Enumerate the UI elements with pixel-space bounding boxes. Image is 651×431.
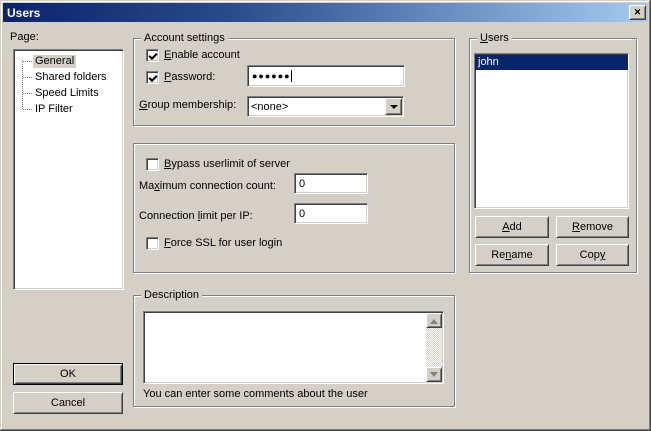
page-tree[interactable]: General Shared folders Speed Limits IP F… xyxy=(13,49,124,290)
connection-per-ip-label: Connection limit per IP: xyxy=(139,210,253,223)
password-value: ●●●●●● xyxy=(252,72,291,81)
force-ssl-checkbox[interactable] xyxy=(146,237,159,250)
add-button[interactable]: Add xyxy=(475,216,549,238)
max-connection-value: 0 xyxy=(299,178,305,190)
remove-button-label: Remove xyxy=(572,221,613,233)
cancel-button-label: Cancel xyxy=(51,397,85,409)
close-icon: ✕ xyxy=(634,8,642,17)
group-membership-combobox[interactable]: <none> xyxy=(247,96,404,117)
description-group: Description You can enter some comments … xyxy=(133,295,455,407)
password-input[interactable]: ●●●●●● xyxy=(247,65,405,87)
max-connection-input[interactable]: 0 xyxy=(294,173,368,194)
cancel-button[interactable]: Cancel xyxy=(13,392,123,414)
password-label: Password: xyxy=(164,71,215,84)
tree-item-speed-limits[interactable]: Speed Limits xyxy=(14,85,123,101)
combobox-dropdown-button[interactable] xyxy=(385,98,402,115)
account-settings-title: Account settings xyxy=(141,32,228,45)
chevron-down-icon xyxy=(390,105,398,113)
scroll-down-button[interactable] xyxy=(426,367,442,382)
tree-item-label: Shared folders xyxy=(33,71,109,84)
tree-item-label: Speed Limits xyxy=(33,87,101,100)
rename-button-label: Rename xyxy=(491,249,533,261)
tree-item-general[interactable]: General xyxy=(14,53,123,69)
ok-button[interactable]: OK xyxy=(13,363,123,385)
description-title: Description xyxy=(141,289,202,302)
bypass-userlimit-label: Bypass userlimit of server xyxy=(164,158,290,171)
titlebar[interactable]: Users ✕ xyxy=(3,3,648,22)
users-group-title: Users xyxy=(477,32,512,45)
users-dialog: Users ✕ Page: General Shared folders Spe… xyxy=(0,0,651,431)
users-group: Users john Add Remove Rename Copy xyxy=(469,38,637,273)
tree-item-label: General xyxy=(33,55,76,68)
text-caret xyxy=(291,70,292,82)
description-hint: You can enter some comments about the us… xyxy=(143,388,368,401)
tree-item-ip-filter[interactable]: IP Filter xyxy=(14,101,123,117)
connection-per-ip-value: 0 xyxy=(299,208,305,220)
group-membership-label: Group membership: xyxy=(139,99,236,112)
copy-button-label: Copy xyxy=(580,249,606,261)
group-membership-value: <none> xyxy=(251,101,288,113)
limits-group: Bypass userlimit of server Maximum conne… xyxy=(133,143,455,273)
rename-button[interactable]: Rename xyxy=(475,244,549,266)
scroll-up-button[interactable] xyxy=(426,313,442,328)
description-scrollbar[interactable] xyxy=(426,313,442,382)
page-label: Page: xyxy=(10,31,39,44)
tree-item-shared-folders[interactable]: Shared folders xyxy=(14,69,123,85)
max-connection-label: Maximum connection count: xyxy=(139,180,276,193)
arrow-down-icon xyxy=(430,372,438,381)
bypass-userlimit-checkbox[interactable] xyxy=(146,158,159,171)
add-button-label: Add xyxy=(502,221,522,233)
force-ssl-label: Force SSL for user login xyxy=(164,237,282,250)
window-title: Users xyxy=(7,6,40,20)
users-listbox[interactable]: john xyxy=(474,53,629,209)
ok-button-label: OK xyxy=(60,368,76,380)
user-name: john xyxy=(478,56,499,69)
close-button[interactable]: ✕ xyxy=(629,5,646,20)
enable-account-label: Enable account xyxy=(164,49,240,62)
description-textarea[interactable] xyxy=(143,311,444,384)
remove-button[interactable]: Remove xyxy=(556,216,629,238)
password-checkbox[interactable] xyxy=(146,71,159,84)
enable-account-checkbox[interactable] xyxy=(146,49,159,62)
account-settings-group: Account settings Enable account Password… xyxy=(133,38,455,126)
connection-per-ip-input[interactable]: 0 xyxy=(294,203,368,224)
copy-button[interactable]: Copy xyxy=(556,244,629,266)
arrow-up-icon xyxy=(430,315,438,324)
tree-item-label: IP Filter xyxy=(33,103,75,116)
user-list-item[interactable]: john xyxy=(475,55,628,70)
